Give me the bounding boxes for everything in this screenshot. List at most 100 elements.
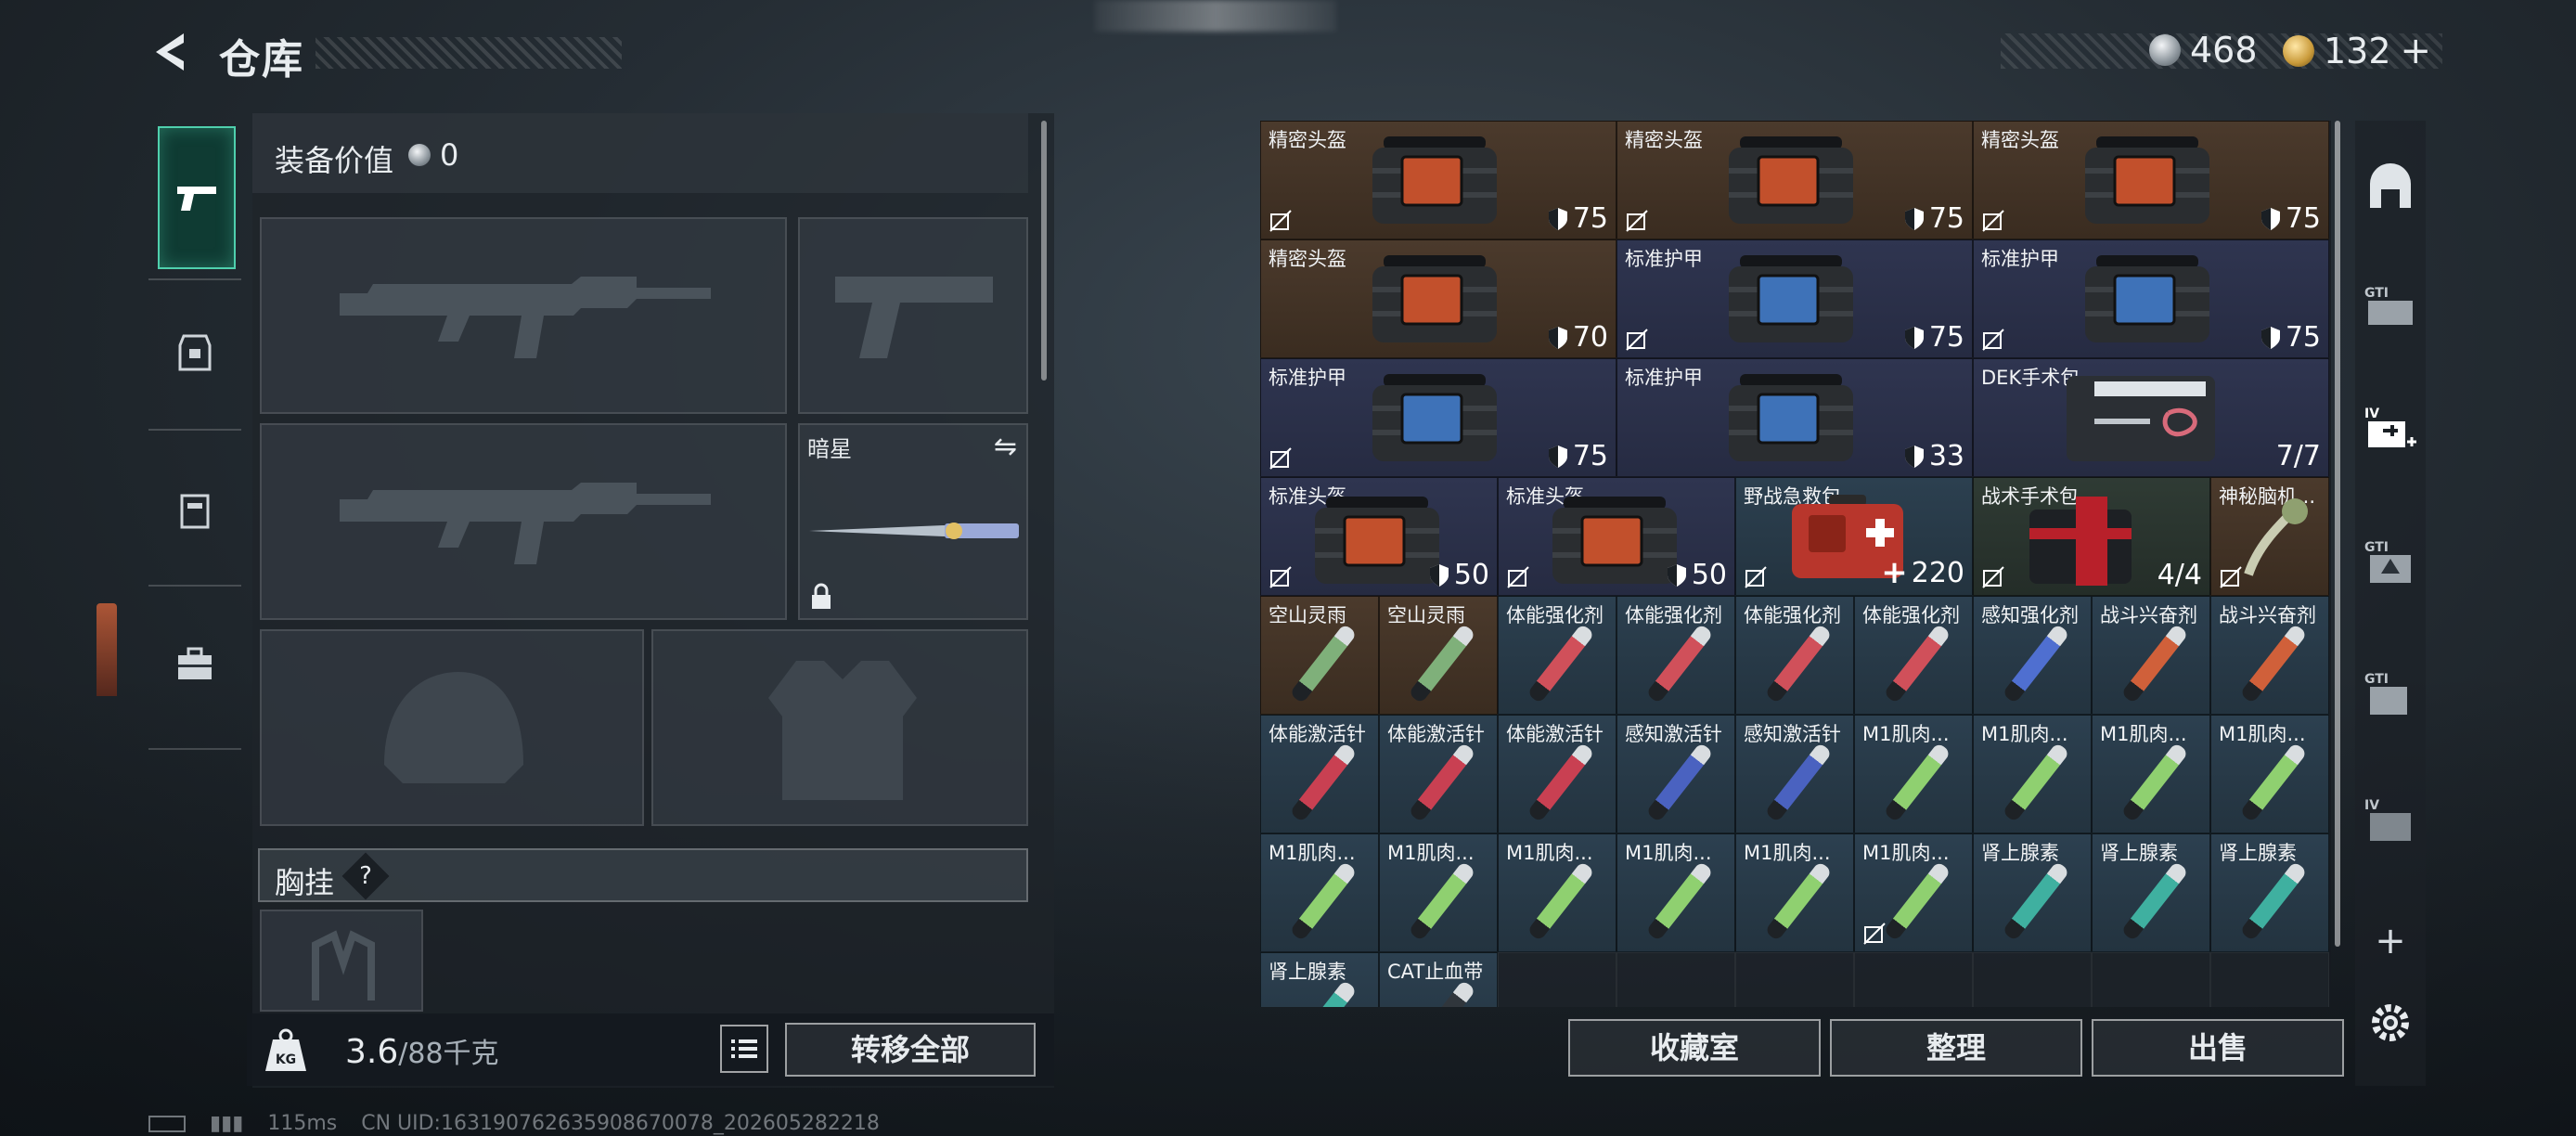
inventory-item-consumable[interactable]: 空山灵雨: [1379, 596, 1498, 715]
primary-weapon-slot[interactable]: [260, 217, 787, 414]
chest-rig-bar[interactable]: 胸挂 ?: [258, 848, 1028, 902]
item-value-text: 75: [1928, 202, 1964, 235]
inventory-item-consumable[interactable]: 肾上腺素: [2092, 833, 2210, 952]
inventory-item-consumable[interactable]: 体能激活针: [1498, 715, 1616, 833]
inventory-item-consumable[interactable]: M1肌肉...: [1854, 715, 1973, 833]
inventory-item-consumable[interactable]: 体能激活针: [1379, 715, 1498, 833]
helmet-slot[interactable]: [260, 629, 644, 826]
empty-slot[interactable]: [1973, 952, 2092, 1007]
armor-slot[interactable]: [651, 629, 1028, 826]
inventory-item-kit[interactable]: DEK手术包 7/7: [1973, 358, 2329, 477]
iv-case-icon[interactable]: IV: [2355, 785, 2426, 856]
inventory-item-brain[interactable]: 神秘脑机...: [2210, 477, 2329, 596]
inventory-item-consumable[interactable]: 体能强化剂: [1854, 596, 1973, 715]
add-storage-button[interactable]: +: [2355, 906, 2426, 976]
chest-rig-slot[interactable]: [260, 910, 423, 1012]
empty-slot[interactable]: [1735, 952, 1854, 1007]
inventory-item-consumable[interactable]: 体能强化剂: [1735, 596, 1854, 715]
item-name: M1肌肉...: [2100, 723, 2187, 745]
syringe-icon: [1764, 742, 1833, 823]
inventory-scrollbar[interactable]: [2335, 121, 2340, 947]
collection-room-button[interactable]: 收藏室: [1568, 1019, 1821, 1077]
inventory-item-consumable[interactable]: 肾上腺素: [1260, 952, 1379, 1007]
inventory-item-helmet[interactable]: 精密头盔 75: [1260, 121, 1616, 239]
pistol-icon: [177, 187, 216, 211]
inventory-item-consumable[interactable]: 肾上腺素: [2210, 833, 2329, 952]
item-value-text: 50: [1691, 559, 1727, 591]
secondary-weapon-slot[interactable]: [260, 423, 787, 620]
tab-armor[interactable]: [158, 316, 232, 390]
inventory-item-consumable[interactable]: 感知强化剂: [1973, 596, 2092, 715]
back-button[interactable]: [147, 28, 195, 76]
inventory-item-consumable[interactable]: 体能强化剂: [1616, 596, 1735, 715]
item-value: 7/7: [2276, 440, 2321, 472]
inventory-item-consumable[interactable]: 空山灵雨: [1260, 596, 1379, 715]
inventory-item-consumable[interactable]: M1肌肉...: [1260, 833, 1379, 952]
inventory-item-consumable[interactable]: 战斗兴奋剂: [2210, 596, 2329, 715]
item-value-text: 75: [2285, 202, 2321, 235]
inventory-item-helmet[interactable]: 精密头盔 75: [1973, 121, 2329, 239]
inventory-item-consumable[interactable]: M1肌肉...: [2092, 715, 2210, 833]
inventory-item-consumable[interactable]: 感知激活针: [1735, 715, 1854, 833]
inventory-item-helmet[interactable]: 精密头盔 70: [1260, 239, 1616, 358]
home-icon[interactable]: [2355, 152, 2426, 223]
tab-weapons[interactable]: [158, 126, 236, 269]
durability-shield-icon: [1904, 326, 1924, 349]
inventory-item-kit2[interactable]: 战术手术包 4/4: [1973, 477, 2210, 596]
empty-slot[interactable]: [2210, 952, 2329, 1007]
help-icon[interactable]: ?: [341, 852, 390, 900]
tab-case[interactable]: [158, 627, 232, 702]
empty-slot[interactable]: [1616, 952, 1735, 1007]
inventory-item-consumable[interactable]: M1肌肉...: [1854, 833, 1973, 952]
item-value: 75: [1547, 440, 1608, 472]
inventory-item-consumable[interactable]: CAT止血带: [1379, 952, 1498, 1007]
item-name: 感知强化剂: [1981, 604, 2079, 626]
iv-medkit-icon[interactable]: IV: [2355, 394, 2426, 464]
settings-gear-icon[interactable]: [2355, 988, 2426, 1058]
list-view-button[interactable]: [720, 1025, 768, 1073]
inventory-item-armor[interactable]: 标准护甲 75: [1260, 358, 1616, 477]
silver-coin-icon: [408, 144, 431, 166]
inventory-item-consumable[interactable]: 体能强化剂: [1498, 596, 1616, 715]
inventory-item-helmet[interactable]: 标准头盔 50: [1260, 477, 1498, 596]
swap-icon[interactable]: ⇋: [994, 431, 1017, 463]
tab-backpack[interactable]: [158, 473, 232, 548]
sell-button[interactable]: 出售: [2092, 1019, 2344, 1077]
inventory-item-armor[interactable]: 标准护甲 75: [1973, 239, 2329, 358]
transfer-all-button[interactable]: 转移全部: [785, 1023, 1036, 1077]
empty-slot[interactable]: [1854, 952, 1973, 1007]
inventory-item-consumable[interactable]: M1肌肉...: [1973, 715, 2092, 833]
syringe-icon: [2002, 860, 2070, 942]
inventory-item-consumable[interactable]: 感知激活针: [1616, 715, 1735, 833]
equipment-scrollbar[interactable]: [1041, 121, 1047, 381]
syringe-icon: [1883, 623, 1951, 704]
inventory-item-consumable[interactable]: 体能激活针: [1260, 715, 1379, 833]
gti-bag-icon[interactable]: GTI: [2355, 659, 2426, 729]
inventory-item-consumable[interactable]: 战斗兴奋剂: [2092, 596, 2210, 715]
add-currency-button[interactable]: +: [2401, 30, 2432, 72]
inventory-item-helmet[interactable]: 标准头盔 50: [1498, 477, 1735, 596]
inventory-item-consumable[interactable]: 肾上腺素: [1973, 833, 2092, 952]
organize-button[interactable]: 整理: [1830, 1019, 2082, 1077]
inventory-item-medbox[interactable]: 野战急救包 +220: [1735, 477, 1973, 596]
inventory-item-consumable[interactable]: M1肌肉...: [1735, 833, 1854, 952]
syringe-icon: [1526, 860, 1595, 942]
unstackable-icon: [1626, 329, 1648, 351]
empty-slot[interactable]: [1498, 952, 1616, 1007]
syringe-icon: [1408, 623, 1476, 704]
melee-slot[interactable]: 暗星 ⇋: [798, 423, 1028, 620]
inventory-item-armor[interactable]: 标准护甲 75: [1616, 239, 1973, 358]
sidearm-slot[interactable]: [798, 217, 1028, 414]
inventory-item-armor[interactable]: 标准护甲 33: [1616, 358, 1973, 477]
item-name: 体能激活针: [1387, 723, 1485, 745]
item-value-text: 50: [1453, 559, 1489, 591]
empty-slot[interactable]: [2092, 952, 2210, 1007]
gti-upgrade-icon[interactable]: GTI: [2355, 527, 2426, 598]
inventory-item-consumable[interactable]: M1肌肉...: [1616, 833, 1735, 952]
inventory-item-consumable[interactable]: M1肌肉...: [1498, 833, 1616, 952]
inventory-item-helmet[interactable]: 精密头盔 75: [1616, 121, 1973, 239]
item-name: M1肌肉...: [1862, 842, 1950, 864]
inventory-item-consumable[interactable]: M1肌肉...: [1379, 833, 1498, 952]
gti-card-icon[interactable]: GTI: [2355, 271, 2426, 342]
inventory-item-consumable[interactable]: M1肌肉...: [2210, 715, 2329, 833]
